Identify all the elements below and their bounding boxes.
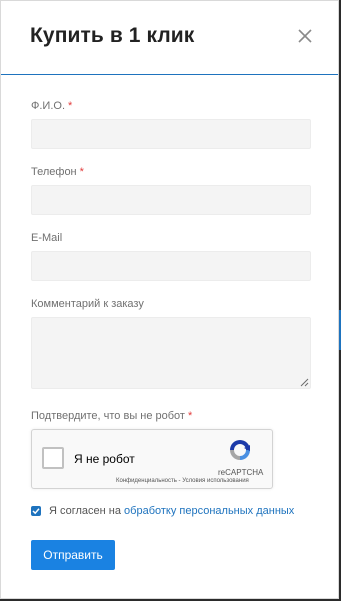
personal-data-link[interactable]: обработку персональных данных	[124, 505, 294, 517]
resize-grip-icon[interactable]	[300, 378, 309, 387]
comment-label-text: Комментарий к заказу	[31, 298, 144, 310]
email-label: E-Mail	[31, 232, 62, 244]
phone-input[interactable]	[31, 185, 311, 215]
comment-label: Комментарий к заказу	[31, 298, 144, 310]
phone-label-text: Телефон	[31, 166, 77, 178]
quick-buy-modal: Купить в 1 клик Ф.И.О. * Телефон * E-Mail …	[0, 0, 339, 599]
required-mark: *	[68, 100, 73, 112]
required-mark: *	[79, 166, 84, 178]
recaptcha-label: Я не робот	[74, 452, 135, 466]
phone-label: Телефон *	[31, 166, 84, 178]
captcha-prompt-text: Подтвердите, что вы не робот	[31, 410, 185, 422]
checkmark-icon	[32, 508, 40, 515]
modal-title: Купить в 1 клик	[30, 24, 195, 47]
close-button[interactable]	[296, 27, 314, 45]
modal-header: Купить в 1 клик	[1, 1, 338, 75]
email-input[interactable]	[31, 251, 311, 281]
required-mark: *	[187, 410, 193, 422]
consent-checkbox[interactable]	[31, 506, 41, 516]
captcha-prompt: Подтвердите, что вы не робот *	[31, 410, 192, 422]
recaptcha-brand: reCAPTCHA	[218, 468, 264, 477]
comment-textarea[interactable]	[31, 317, 311, 389]
fio-input[interactable]	[31, 119, 311, 149]
consent-prefix: Я согласен на	[49, 505, 125, 517]
close-icon	[298, 29, 312, 43]
consent-text: Я согласен на обработку персональных дан…	[49, 505, 294, 517]
recaptcha-checkbox[interactable]	[42, 447, 64, 469]
recaptcha-logo-icon	[230, 440, 250, 460]
email-label-text: E-Mail	[31, 232, 63, 244]
fio-label-text: Ф.И.О.	[31, 100, 65, 112]
recaptcha-widget: Я не робот reCAPTCHA Конфиденциальность …	[31, 429, 273, 489]
fio-label: Ф.И.О. *	[31, 100, 72, 112]
submit-button[interactable]: Отправить	[31, 540, 115, 570]
recaptcha-links[interactable]: Конфиденциальность - Условия использован…	[116, 478, 249, 484]
